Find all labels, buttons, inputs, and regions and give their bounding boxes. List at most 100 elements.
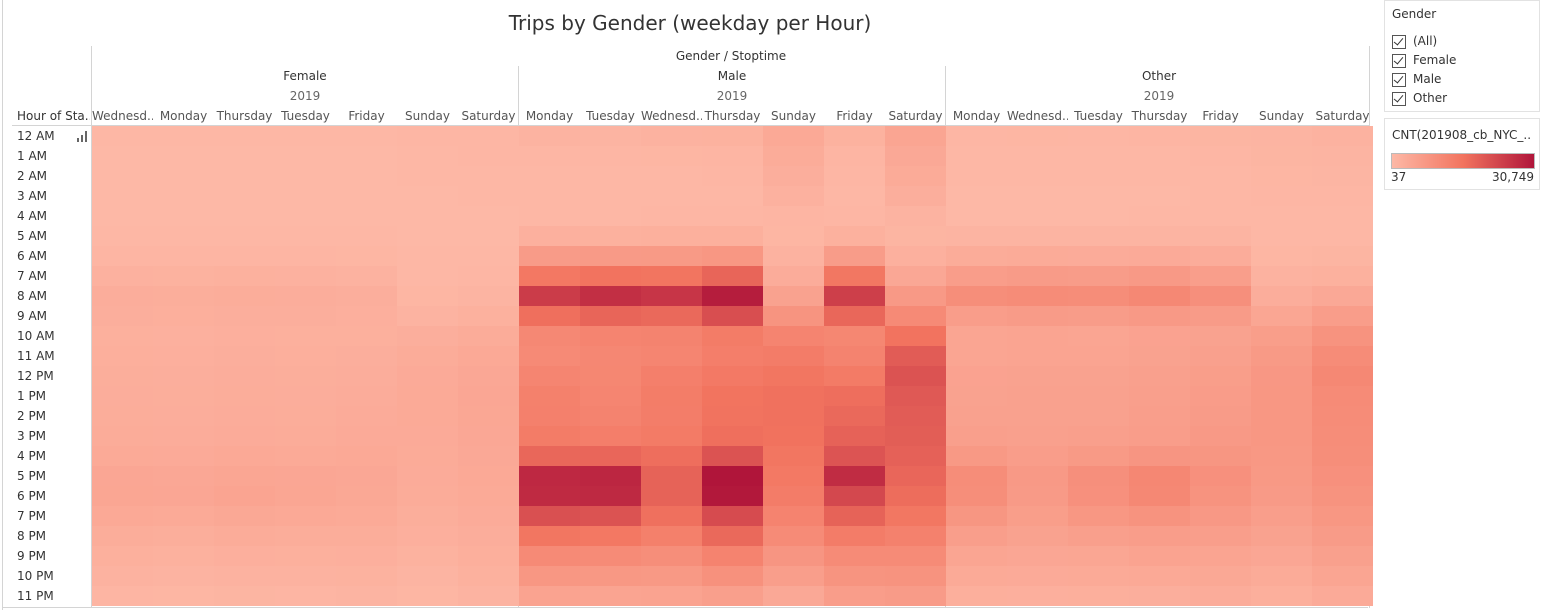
heatmap-cell[interactable] [519,406,580,426]
heatmap-cell[interactable] [214,426,275,446]
heatmap-cell[interactable] [885,366,946,386]
heatmap-cell[interactable] [946,546,1007,566]
heatmap-cell[interactable] [1312,546,1373,566]
heatmap-cell[interactable] [519,506,580,526]
heatmap-cell[interactable] [1190,426,1251,446]
heatmap-cell[interactable] [397,146,458,166]
heatmap-cell[interactable] [1312,426,1373,446]
heatmap-cell[interactable] [1251,266,1312,286]
heatmap-cell[interactable] [519,186,580,206]
heatmap-cell[interactable] [214,246,275,266]
heatmap-cell[interactable] [92,506,153,526]
heatmap-cell[interactable] [1007,366,1068,386]
heatmap-cell[interactable] [92,286,153,306]
heatmap-cell[interactable] [641,166,702,186]
heatmap-cell[interactable] [1007,466,1068,486]
heatmap-cell[interactable] [763,326,824,346]
heatmap-cell[interactable] [702,526,763,546]
heatmap-cell[interactable] [1251,506,1312,526]
heatmap-cell[interactable] [763,346,824,366]
heatmap-cell[interactable] [946,406,1007,426]
heatmap-cell[interactable] [1251,146,1312,166]
heatmap-cell[interactable] [92,546,153,566]
heatmap-cell[interactable] [1007,446,1068,466]
heatmap-cell[interactable] [153,486,214,506]
heatmap-cell[interactable] [214,186,275,206]
heatmap-cell[interactable] [214,266,275,286]
heatmap-cell[interactable] [1251,546,1312,566]
heatmap-cell[interactable] [519,266,580,286]
heatmap-cell[interactable] [580,546,641,566]
heatmap-cell[interactable] [397,246,458,266]
heatmap-cell[interactable] [702,406,763,426]
heatmap-cell[interactable] [641,406,702,426]
heatmap-cell[interactable] [397,186,458,206]
heatmap-cell[interactable] [1312,406,1373,426]
heatmap-cell[interactable] [458,226,519,246]
heatmap-cell[interactable] [1007,486,1068,506]
heatmap-cell[interactable] [397,206,458,226]
heatmap-cell[interactable] [1251,326,1312,346]
heatmap-cell[interactable] [641,486,702,506]
heatmap-cell[interactable] [397,366,458,386]
heatmap-cell[interactable] [1068,186,1129,206]
heatmap-cell[interactable] [275,326,336,346]
heatmap-cell[interactable] [214,126,275,146]
heatmap-cell[interactable] [1007,386,1068,406]
heatmap-cell[interactable] [1190,286,1251,306]
heatmap-cell[interactable] [946,306,1007,326]
heatmap-cell[interactable] [1251,566,1312,586]
heatmap-cell[interactable] [1312,346,1373,366]
heatmap-cell[interactable] [1068,326,1129,346]
heatmap-cell[interactable] [214,586,275,606]
heatmap-cell[interactable] [946,186,1007,206]
heatmap-cell[interactable] [1190,466,1251,486]
heatmap-cell[interactable] [702,566,763,586]
heatmap-cell[interactable] [519,306,580,326]
heatmap-cell[interactable] [763,446,824,466]
heatmap-cell[interactable] [1251,426,1312,446]
heatmap-cell[interactable] [1190,566,1251,586]
heatmap-cell[interactable] [1312,126,1373,146]
heatmap-cell[interactable] [1068,446,1129,466]
heatmap-cell[interactable] [824,346,885,366]
heatmap-cell[interactable] [702,166,763,186]
heatmap-cell[interactable] [1251,126,1312,146]
heatmap-cell[interactable] [946,426,1007,446]
heatmap-cell[interactable] [885,246,946,266]
heatmap-cell[interactable] [458,346,519,366]
heatmap-cell[interactable] [92,346,153,366]
heatmap-cell[interactable] [153,326,214,346]
heatmap-cell[interactable] [1190,346,1251,366]
heatmap-cell[interactable] [885,266,946,286]
heatmap-cell[interactable] [1007,346,1068,366]
heatmap-cell[interactable] [641,306,702,326]
heatmap-cell[interactable] [580,426,641,446]
heatmap-cell[interactable] [214,166,275,186]
heatmap-cell[interactable] [1312,266,1373,286]
heatmap-cell[interactable] [458,446,519,466]
heatmap-cell[interactable] [946,326,1007,346]
heatmap-cell[interactable] [580,306,641,326]
heatmap-cell[interactable] [153,586,214,606]
heatmap-cell[interactable] [580,446,641,466]
heatmap-cell[interactable] [641,426,702,446]
heatmap-cell[interactable] [275,266,336,286]
heatmap-cell[interactable] [885,166,946,186]
heatmap-cell[interactable] [275,306,336,326]
heatmap-cell[interactable] [458,146,519,166]
heatmap-cell[interactable] [1312,386,1373,406]
heatmap-cell[interactable] [1190,406,1251,426]
heatmap-cell[interactable] [1129,426,1190,446]
heatmap-cell[interactable] [1190,526,1251,546]
heatmap-cell[interactable] [824,546,885,566]
heatmap-cell[interactable] [519,566,580,586]
heatmap-cell[interactable] [1007,566,1068,586]
heatmap-cell[interactable] [763,586,824,606]
heatmap-cell[interactable] [1068,126,1129,146]
heatmap-cell[interactable] [153,526,214,546]
heatmap-cell[interactable] [275,366,336,386]
heatmap-cell[interactable] [641,326,702,346]
heatmap-cell[interactable] [1007,526,1068,546]
heatmap-cell[interactable] [702,346,763,366]
